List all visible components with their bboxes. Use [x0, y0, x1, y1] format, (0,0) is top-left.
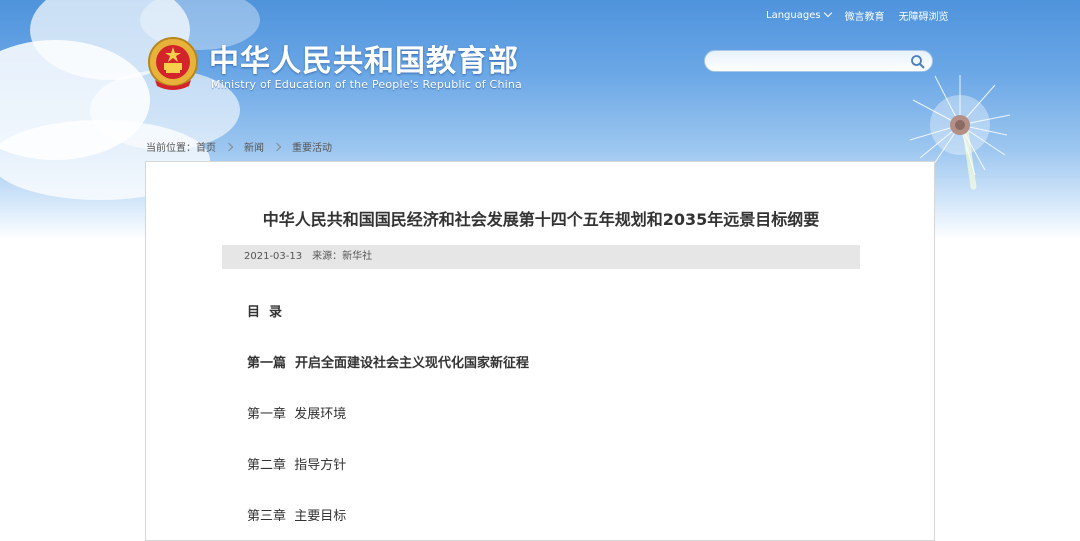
wechat-link[interactable]: 微言教育 [845, 8, 885, 23]
breadcrumb-prefix: 当前位置： [146, 143, 196, 154]
toc-chapter-1[interactable]: 第一章 发展环境 [247, 403, 346, 422]
search-box [704, 50, 933, 72]
top-utility-links: Languages 微言教育 无障碍浏览 [766, 8, 949, 23]
search-input[interactable] [715, 53, 909, 71]
breadcrumb: 当前位置： 首页 新闻 重要活动 [146, 139, 332, 154]
article-meta-bar: 2021-03-13 来源：新华社 [222, 245, 860, 269]
breadcrumb-news-link[interactable]: 新闻 [244, 139, 264, 154]
search-icon[interactable] [910, 54, 926, 70]
toc-chapter-3[interactable]: 第三章 主要目标 [247, 505, 346, 524]
accessibility-link[interactable]: 无障碍浏览 [899, 8, 949, 23]
site-subtitle: Ministry of Education of the People's Re… [211, 78, 522, 91]
article-date: 2021-03-13 [244, 251, 303, 262]
toc-heading: 目 录 [247, 305, 283, 320]
toc-part-1[interactable]: 第一篇 开启全面建设社会主义现代化国家新征程 [247, 352, 529, 371]
article-source: 来源：新华社 [312, 251, 373, 262]
chevron-right-icon [224, 142, 234, 151]
breadcrumb-home-link[interactable]: 首页 [196, 139, 216, 154]
article-card: 中华人民共和国国民经济和社会发展第十四个五年规划和2035年远景目标纲要 202… [145, 161, 935, 541]
toc-chapter-2[interactable]: 第二章 指导方针 [247, 454, 346, 473]
article-title: 中华人民共和国国民经济和社会发展第十四个五年规划和2035年远景目标纲要 [262, 210, 820, 229]
languages-label: Languages [766, 10, 821, 21]
chevron-down-icon [823, 8, 832, 18]
breadcrumb-current-link[interactable]: 重要活动 [292, 139, 332, 154]
national-emblem-icon [148, 37, 198, 90]
site-title[interactable]: 中华人民共和国教育部 [209, 36, 519, 80]
languages-dropdown[interactable]: Languages [766, 8, 832, 21]
chevron-right-icon [272, 142, 282, 151]
